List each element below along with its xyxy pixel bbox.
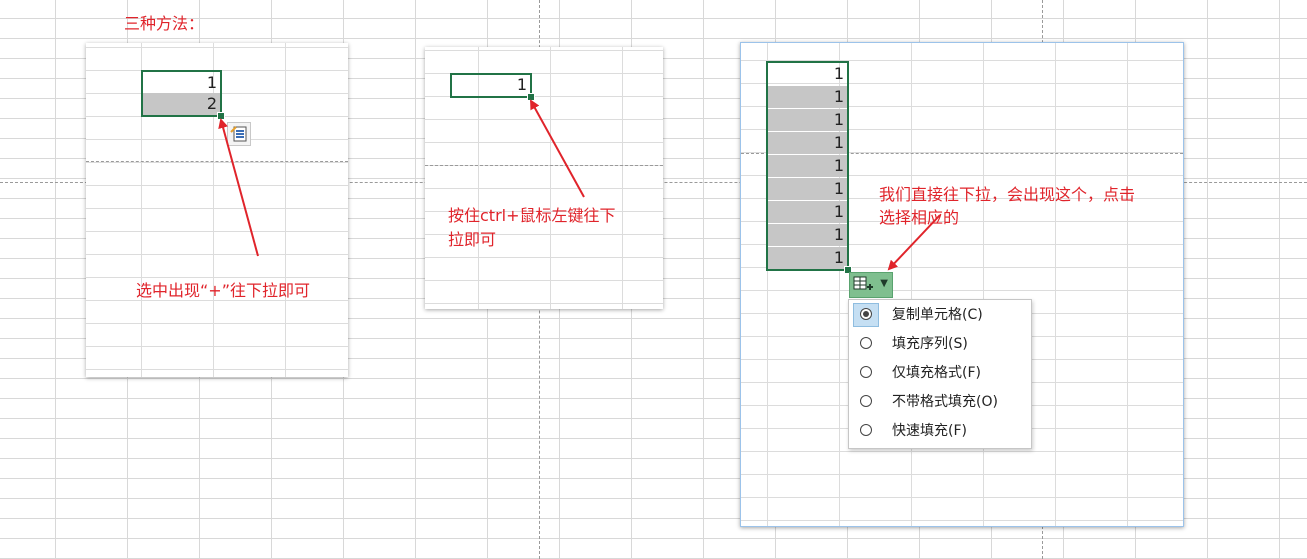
arrow-icon [887, 214, 941, 271]
arrow-icon [530, 99, 585, 198]
annotation-arrows [218, 99, 941, 271]
arrow-icon [218, 118, 259, 257]
